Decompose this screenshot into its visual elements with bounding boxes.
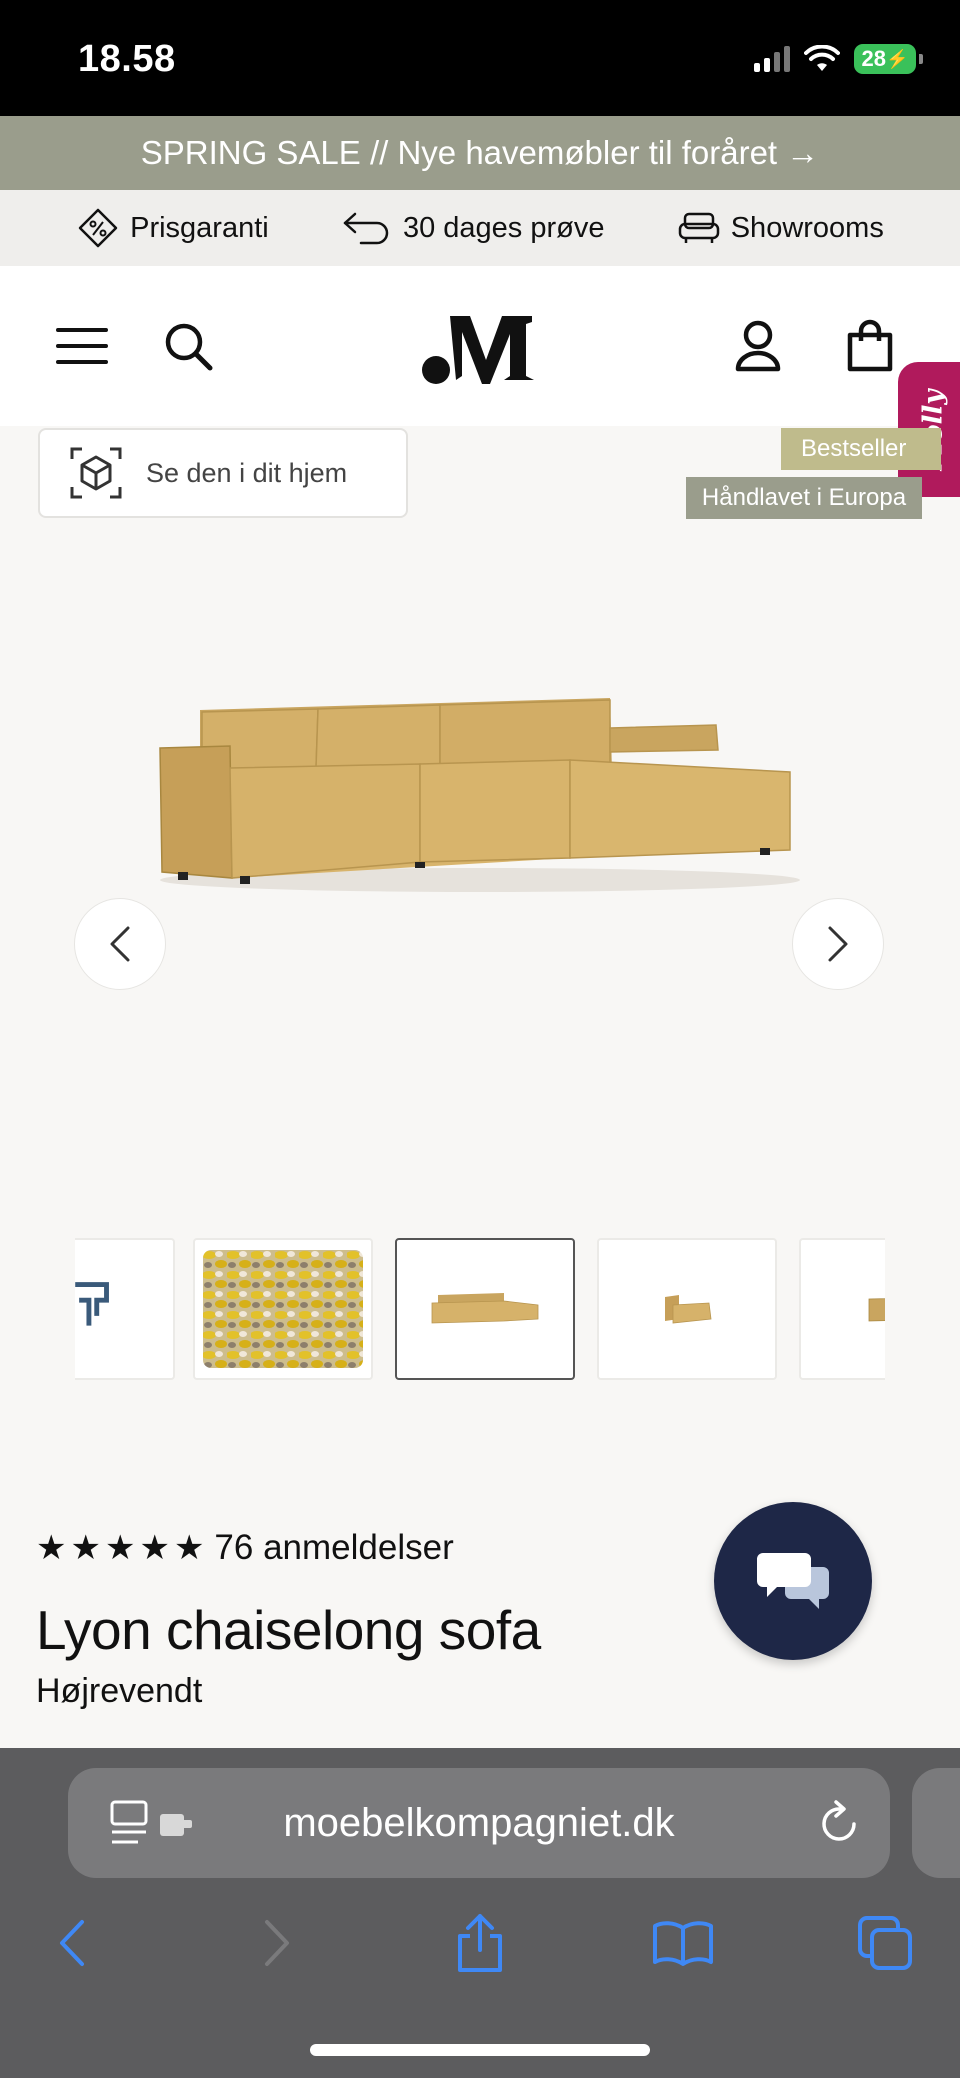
thumbnail-dimensions[interactable] — [75, 1238, 175, 1380]
cart-button[interactable] — [840, 316, 900, 376]
site-header — [0, 266, 960, 426]
status-icons: 28 ⚡ — [754, 44, 923, 74]
ar-cube-icon — [70, 447, 122, 499]
wifi-icon — [804, 45, 840, 71]
account-icon — [735, 320, 781, 372]
sofa-side-thumbnail — [665, 1295, 712, 1324]
return-arrow-icon — [343, 212, 389, 245]
home-indicator[interactable] — [310, 2044, 650, 2056]
promo-text: SPRING SALE // Nye havemøbler til foråre… — [140, 134, 820, 171]
star-icon: ★ — [104, 1529, 136, 1567]
thumbnail-sofa-front[interactable] — [395, 1238, 575, 1380]
usp-showrooms[interactable]: Showrooms — [677, 210, 884, 246]
next-tab-peek[interactable] — [912, 1768, 960, 1878]
thumbnail-sofa-side[interactable] — [597, 1238, 777, 1380]
browser-toolbar: moebelkompagniet.dk — [0, 1748, 960, 2078]
fabric-swatch — [203, 1250, 363, 1368]
star-icon: ★ — [173, 1529, 205, 1567]
search-button[interactable] — [158, 316, 218, 376]
status-bar: 18.58 28 ⚡ — [0, 0, 960, 116]
account-button[interactable] — [728, 316, 788, 376]
ar-button-label: Se den i dit hjem — [146, 457, 348, 488]
usp-label: Prisgaranti — [130, 211, 269, 244]
chevron-right-icon — [265, 1920, 289, 1966]
forward-button[interactable] — [243, 1908, 313, 1978]
handmade-text: Håndlavet i Europa — [701, 484, 907, 511]
usp-price-guarantee[interactable]: Prisgaranti — [76, 206, 269, 250]
handmade-badge: Håndlavet i Europa — [686, 477, 922, 519]
battery-level: 28 — [861, 46, 887, 71]
chevron-right-icon — [828, 926, 848, 962]
usp-label: 30 dages prøve — [402, 211, 605, 244]
star-rating: ★ ★ ★ ★ ★ — [36, 1531, 204, 1565]
share-icon — [458, 1914, 502, 1972]
chevron-left-icon — [110, 926, 130, 962]
bestseller-text: Bestseller — [801, 435, 907, 462]
menu-icon — [56, 328, 108, 364]
address-bar[interactable]: moebelkompagniet.dk — [68, 1768, 890, 1878]
dimension-drawing-icon — [75, 1282, 109, 1326]
sofa-illustration — [159, 698, 800, 892]
battery-icon: 28 ⚡ — [854, 44, 923, 74]
tabs-button[interactable] — [850, 1908, 920, 1978]
thumbnail-strip[interactable] — [75, 1238, 885, 1382]
promo-banner[interactable]: SPRING SALE // Nye havemøbler til foråre… — [0, 116, 960, 190]
sofa-icon — [678, 212, 719, 243]
back-button[interactable] — [36, 1908, 106, 1978]
product-main-image[interactable] — [150, 690, 800, 900]
chat-bubbles-icon — [757, 1553, 829, 1609]
usp-label: Showrooms — [730, 211, 884, 244]
bestseller-badge: Bestseller — [781, 428, 941, 470]
chevron-left-icon — [60, 1920, 84, 1966]
ar-view-button[interactable]: Se den i dit hjem — [38, 428, 408, 518]
menu-button[interactable] — [52, 316, 112, 376]
product-variant: Højrevendt — [36, 1672, 203, 1710]
book-icon — [653, 1921, 713, 1966]
carousel-next-button[interactable] — [792, 898, 884, 990]
star-icon: ★ — [139, 1529, 170, 1567]
site-logo[interactable] — [420, 308, 540, 388]
star-icon: ★ — [36, 1529, 67, 1567]
chat-button[interactable] — [714, 1502, 872, 1660]
usp-bar: Prisgaranti 30 dages prøve Showrooms — [0, 190, 960, 266]
thumbnail-sofa-back[interactable] — [799, 1238, 885, 1380]
rating-row[interactable]: ★ ★ ★ ★ ★ 76 anmeldelser — [36, 1528, 454, 1568]
carousel-prev-button[interactable] — [74, 898, 166, 990]
usp-trial[interactable]: 30 dages prøve — [341, 208, 605, 248]
bookmarks-button[interactable] — [648, 1908, 718, 1978]
share-button[interactable] — [445, 1908, 515, 1978]
price-tag-icon — [78, 208, 118, 248]
product-title: Lyon chaiselong sofa — [36, 1599, 541, 1661]
reload-icon[interactable] — [818, 1800, 862, 1846]
star-icon: ★ — [70, 1529, 101, 1567]
status-time: 18.58 — [78, 38, 176, 80]
url-text: moebelkompagniet.dk — [283, 1800, 675, 1845]
sofa-back-thumbnail — [868, 1298, 885, 1322]
cellular-signal-icon — [754, 46, 790, 72]
search-icon — [165, 323, 213, 371]
thumbnail-fabric[interactable] — [193, 1238, 373, 1380]
tabs-icon — [858, 1916, 912, 1970]
sofa-thumbnail — [431, 1293, 539, 1324]
logo-mark — [422, 316, 534, 384]
review-count[interactable]: 76 anmeldelser — [214, 1528, 453, 1568]
cart-icon — [847, 319, 893, 372]
